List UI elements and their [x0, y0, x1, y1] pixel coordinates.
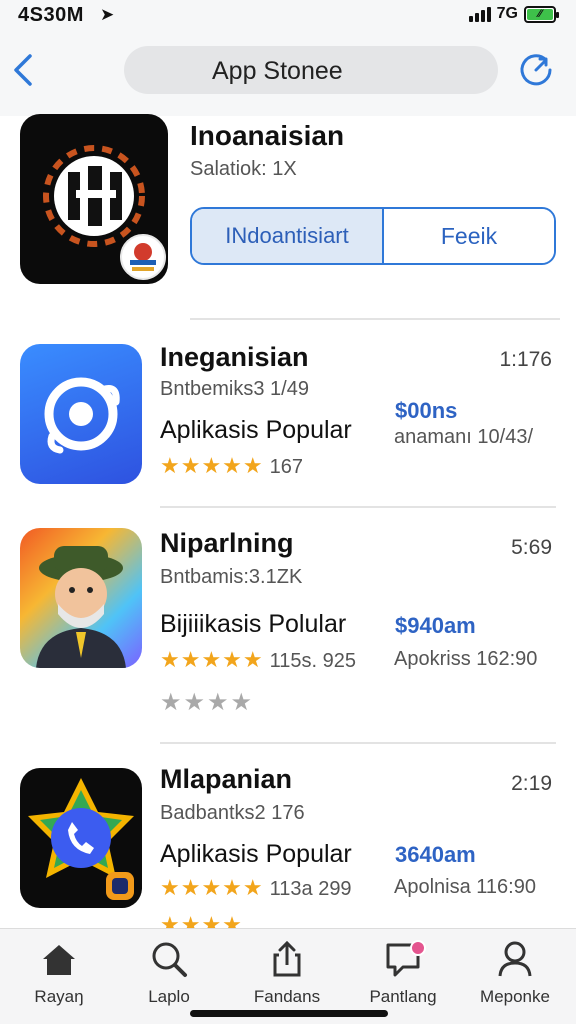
signal-icon: [468, 6, 491, 22]
back-button[interactable]: [10, 50, 40, 90]
segment-left-button[interactable]: INdoantisiart: [192, 209, 384, 263]
app-extra-info: Apokriss 162:90: [394, 648, 538, 670]
featured-app-icon[interactable]: [20, 114, 168, 284]
segment-right-button[interactable]: Feeik: [384, 209, 554, 263]
tab-search[interactable]: Laplo: [114, 939, 224, 1019]
app-developer: Badbantks2 176: [160, 802, 305, 824]
location-icon: ➤: [100, 5, 115, 24]
app-developer: Bntbamis:3.1ZK: [160, 566, 303, 588]
status-time: 4S30M: [18, 4, 84, 26]
list-item[interactable]: Niparlning Bntbamis:3.1ZK Bijiiikasis Po…: [0, 526, 576, 726]
tab-chat[interactable]: Pantlang: [348, 939, 458, 1019]
divider: [160, 742, 556, 744]
rating-stars: ★★★★★ 115s. 925: [160, 647, 356, 672]
app-developer: Bntbemiks3 1/49: [160, 378, 309, 400]
app-name: Mlapanian: [160, 764, 293, 794]
featured-badge-icon: [120, 234, 166, 280]
network-label: 7G: [496, 5, 518, 22]
tab-share-label: Fandans: [253, 987, 321, 1006]
app-time: 1:176: [499, 348, 552, 371]
tab-profile[interactable]: Meponke: [460, 939, 570, 1019]
app-price[interactable]: 3640am: [395, 842, 476, 868]
home-icon: [43, 945, 75, 975]
rating-count: 167: [269, 456, 303, 478]
status-bar: 4S30M ➤ 7G ⁄⁄: [0, 0, 576, 30]
rating-count: 115s. 925: [269, 650, 356, 672]
divider: [190, 318, 560, 320]
home-indicator[interactable]: [190, 1010, 388, 1017]
nav-bar: App Stonee: [0, 30, 576, 116]
tab-chat-label: Pantlang: [369, 987, 437, 1006]
tab-profile-label: Meponke: [480, 987, 550, 1006]
app-icon: [20, 768, 142, 908]
tab-home-label: Rayaŋ: [34, 987, 84, 1006]
person-icon: [498, 941, 532, 977]
list-item[interactable]: Ineganisian Bntbemiks3 1/49 Aplikasis Po…: [0, 340, 576, 490]
app-icon: [20, 528, 142, 668]
featured-segmented-control: INdoantisiart Feeik: [190, 207, 556, 265]
tab-home[interactable]: Rayaŋ: [4, 939, 114, 1019]
app-time: 2:19: [511, 772, 552, 795]
rating-stars: ★★★★★ 167: [160, 453, 303, 478]
rating-count: 113a 299: [269, 878, 352, 900]
rating-stars-secondary: ★★★★: [160, 689, 255, 716]
title-search-pill[interactable]: App Stonee: [124, 46, 498, 94]
battery-icon: ⁄⁄: [524, 5, 559, 23]
app-price[interactable]: $00ns: [395, 398, 457, 424]
app-name: Ineganisian: [160, 342, 309, 372]
search-icon: [152, 942, 187, 977]
tab-share[interactable]: Fandans: [232, 939, 342, 1019]
featured-app-subtitle: Salatiok: 1X: [190, 158, 297, 180]
app-extra-info: anamanı 10/43/: [394, 426, 533, 448]
app-price[interactable]: $940am: [395, 613, 476, 639]
app-time: 5:69: [511, 536, 552, 559]
app-category: Aplikasis Popular: [160, 840, 352, 868]
share-icon: [273, 940, 301, 977]
update-button[interactable]: [518, 52, 554, 88]
list-item[interactable]: Mlapanian Badbantks2 176 Aplikasis Popul…: [0, 762, 576, 937]
rating-stars: ★★★★★ 113a 299: [160, 875, 352, 900]
refresh-icon: [520, 54, 552, 86]
chevron-left-icon: [14, 54, 32, 86]
app-icon: [20, 344, 142, 484]
app-extra-info: Apolnisa 116:90: [394, 876, 536, 898]
status-indicators: 7G ⁄⁄: [468, 5, 559, 23]
featured-app-name: Inoanaisian: [190, 120, 345, 151]
notification-badge: [410, 940, 426, 956]
page-title: App Stonee: [212, 57, 343, 85]
app-category: Aplikasis Popular: [160, 416, 352, 444]
divider: [160, 506, 556, 508]
tab-search-label: Laplo: [148, 987, 190, 1006]
app-name: Niparlning: [160, 528, 294, 558]
app-category: Bijiiikasis Polular: [160, 610, 347, 638]
